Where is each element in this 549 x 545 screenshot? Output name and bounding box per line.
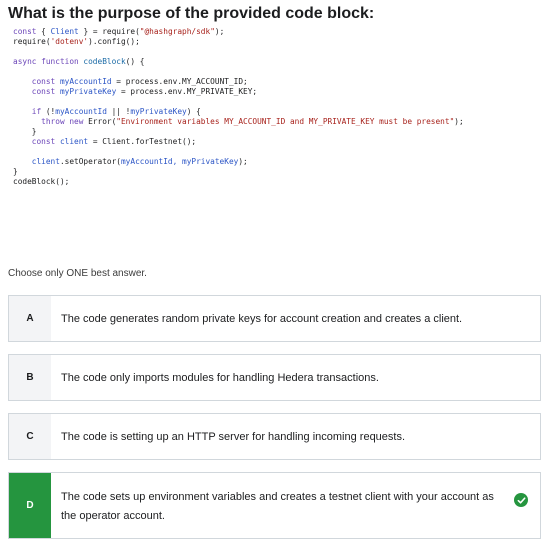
check-mark-icon: [517, 496, 525, 504]
code-string: 'dotenv': [50, 37, 89, 46]
option-letter: D: [9, 473, 51, 538]
option-letter: B: [9, 355, 51, 400]
code-keyword: const: [31, 77, 56, 86]
code-string: "@hashgraph/sdk": [139, 27, 215, 36]
code-identifier: client: [55, 137, 89, 146]
code-keyword: throw new: [41, 117, 84, 126]
option-letter: C: [9, 414, 51, 459]
option-text: The code generates random private keys f…: [61, 313, 463, 325]
code-keyword: const: [31, 87, 56, 96]
code-text: } = require(: [78, 27, 140, 36]
code-text: (!: [41, 107, 56, 116]
code-string: "Environment variables MY_ACCOUNT_ID and…: [116, 117, 455, 126]
code-text: }: [13, 167, 18, 176]
code-text: require(: [13, 37, 51, 46]
code-keyword: if: [31, 107, 42, 116]
code-text: {: [36, 27, 51, 36]
option-text: The code only imports modules for handli…: [61, 372, 379, 384]
code-identifier: myAccountId: [55, 107, 107, 116]
code-function-name: codeBlock: [78, 57, 126, 66]
code-identifier: Client: [50, 27, 79, 36]
code-text: .setOperator(: [59, 157, 121, 166]
code-identifier: myAccountId, myPrivateKey: [120, 157, 239, 166]
option-text: The code sets up environment variables a…: [61, 491, 494, 522]
answer-option-b[interactable]: B The code only imports modules for hand…: [8, 354, 541, 401]
code-text: );: [214, 27, 225, 36]
code-keyword: const: [31, 137, 56, 146]
code-text: = process.env.MY_PRIVATE_KEY;: [116, 87, 258, 96]
question-title: What is the purpose of the provided code…: [8, 5, 375, 22]
check-circle-icon: [514, 493, 528, 507]
option-letter: A: [9, 296, 51, 341]
code-identifier: myPrivateKey: [55, 87, 117, 96]
code-text: );: [454, 117, 464, 126]
code-identifier: client: [31, 157, 60, 166]
option-text: The code is setting up an HTTP server fo…: [61, 431, 406, 443]
code-text: }: [31, 127, 37, 136]
instructions-text: Choose only ONE best answer.: [8, 268, 147, 279]
code-text: );: [238, 157, 248, 166]
code-identifier: myAccountId: [55, 77, 112, 86]
code-keyword: const: [13, 27, 37, 36]
answer-option-c[interactable]: C The code is setting up an HTTP server …: [8, 413, 541, 460]
code-text: || !: [106, 107, 131, 116]
code-identifier: myPrivateKey: [130, 107, 187, 116]
code-block: const { Client } = require("@hashgraph/s…: [13, 27, 464, 187]
code-keyword: async function: [13, 57, 79, 66]
code-text: = process.env.MY_ACCOUNT_ID;: [111, 77, 248, 86]
code-text: = Client.forTestnet();: [88, 137, 197, 146]
answer-option-a[interactable]: A The code generates random private keys…: [8, 295, 541, 342]
code-text: codeBlock();: [13, 177, 70, 186]
code-text: ).config();: [88, 37, 140, 46]
code-text: () {: [125, 57, 145, 66]
code-text: ) {: [186, 107, 201, 116]
code-text: Error(: [83, 117, 117, 126]
answer-option-d[interactable]: D The code sets up environment variables…: [8, 472, 541, 539]
